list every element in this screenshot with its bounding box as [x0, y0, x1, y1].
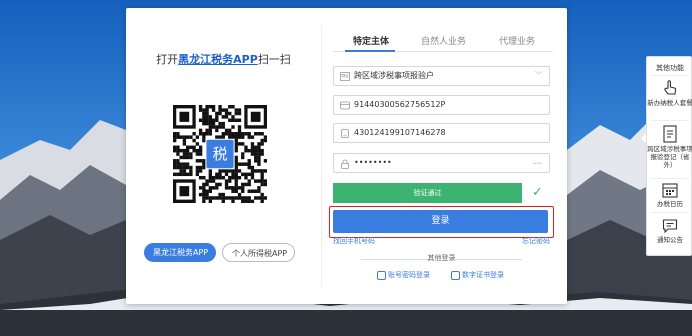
- login-tabs: 特定主体 自然人业务 代理业务: [333, 30, 553, 52]
- login-card: 打开黑龙江税务APP扫一扫 税 黑龙江税务APP 个人所得税APP 特定主体 自…: [126, 8, 567, 304]
- checkmark-icon: ✓: [525, 183, 550, 203]
- vertical-divider: [321, 26, 322, 286]
- side-item-label: 跨区域涉税事项报验登记（省外）: [647, 145, 692, 169]
- document-icon: [663, 125, 677, 143]
- chevron-down-icon: ﹀: [535, 71, 543, 80]
- side-item-cross-region[interactable]: 跨区域涉税事项报验登记（省外）: [647, 125, 692, 169]
- qr-code-image: 税: [173, 105, 267, 203]
- account-login-label: 账号密码登录: [388, 271, 430, 279]
- side-item-label: 通知公告: [657, 236, 683, 244]
- tab-specific-entity[interactable]: 特定主体: [353, 34, 389, 47]
- side-item-new-taxpayer[interactable]: 新办纳税人套餐: [647, 79, 692, 107]
- side-item-label: 办税日历: [657, 200, 683, 208]
- recover-phone-link[interactable]: 找回手机号码: [333, 236, 375, 246]
- account-type-value: 跨区域涉税事项报验户: [354, 71, 434, 80]
- password-field[interactable]: •••••••• ⌣⌣: [333, 153, 550, 173]
- side-panel-title: 其他功能: [656, 64, 684, 72]
- eye-closed-icon[interactable]: ⌣⌣: [533, 154, 542, 172]
- tax-id-field[interactable]: 91440300562756512P: [333, 95, 550, 115]
- password-value: ••••••••: [354, 158, 392, 167]
- account-login-panel: 特定主体 自然人业务 代理业务 跨区域涉税事项报验户 ﹀ 91440300562…: [329, 8, 559, 304]
- tab-agency[interactable]: 代理业务: [499, 34, 535, 47]
- side-divider: [651, 212, 689, 213]
- phone-icon: [341, 129, 349, 138]
- divider-line-right: [454, 259, 522, 260]
- user-icon: [377, 270, 386, 280]
- tab-heilongjiang-app[interactable]: 黑龙江税务APP: [144, 243, 216, 262]
- other-login-divider: 其他登录: [333, 252, 550, 266]
- scan-suffix: 扫一扫: [257, 53, 291, 66]
- account-type-select[interactable]: 跨区域涉税事项报验户 ﹀: [333, 66, 550, 86]
- id-number-field[interactable]: 430124199107146278: [333, 123, 550, 143]
- login-button[interactable]: 登录: [333, 210, 548, 233]
- side-divider: [651, 178, 689, 179]
- message-icon: [662, 219, 678, 234]
- other-login-title: 其他登录: [427, 254, 456, 262]
- side-divider: [651, 75, 689, 76]
- card-icon: [340, 101, 350, 110]
- side-function-panel: 其他功能 新办纳税人套餐 跨区域涉税事项报验登记（省外） 办税日历 通知公告: [646, 56, 692, 256]
- forgot-password-link[interactable]: 忘记密码: [522, 236, 550, 246]
- side-item-label: 新办纳税人套餐: [647, 99, 692, 107]
- scan-prefix: 打开: [156, 53, 179, 66]
- slider-verification: 验证通过 ✓: [333, 183, 550, 203]
- verify-bar: 验证通过: [333, 183, 522, 203]
- active-tab-underline: [345, 50, 395, 52]
- side-item-tax-calendar[interactable]: 办税日历: [647, 182, 692, 208]
- hand-pointer-icon: [664, 80, 677, 95]
- qr-login-panel: 打开黑龙江税务APP扫一扫 税 黑龙江税务APP 个人所得税APP: [126, 8, 321, 304]
- qr-center-label: 税: [212, 145, 227, 163]
- tab-personal-tax-app[interactable]: 个人所得税APP: [222, 243, 295, 262]
- app-switch: 黑龙江税务APP 个人所得税APP: [144, 243, 295, 262]
- certificate-login-label: 数字证书登录: [462, 271, 504, 279]
- side-divider: [651, 120, 689, 121]
- id-card-icon: [340, 72, 350, 81]
- certificate-login[interactable]: 数字证书登录: [451, 270, 504, 280]
- scan-app-name[interactable]: 黑龙江税务APP: [178, 53, 258, 66]
- lock-icon: [341, 159, 349, 169]
- scan-instruction: 打开黑龙江税务APP扫一扫: [126, 51, 321, 67]
- account-password-login[interactable]: 账号密码登录: [377, 270, 430, 280]
- id-number-value: 430124199107146278: [354, 128, 446, 137]
- certificate-icon: [451, 270, 460, 280]
- side-item-notices[interactable]: 通知公告: [647, 218, 692, 244]
- calendar-icon: [662, 183, 678, 198]
- tab-natural-person[interactable]: 自然人业务: [421, 34, 466, 47]
- login-highlight-box: 登录: [329, 206, 554, 238]
- tax-id-value: 91440300562756512P: [354, 100, 446, 109]
